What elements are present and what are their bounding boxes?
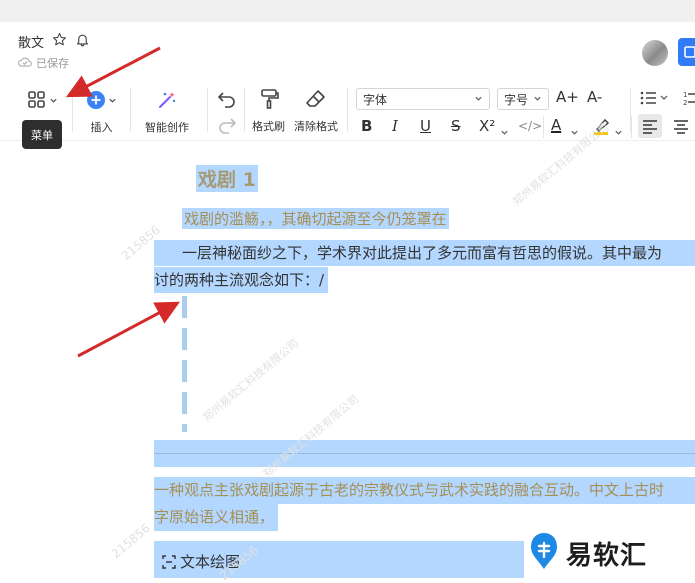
annotation-arrows xyxy=(66,46,180,358)
logo-mark-icon xyxy=(528,531,560,575)
arrow-to-menu xyxy=(66,46,161,98)
logo-text: 易软汇 xyxy=(566,540,648,571)
site-logo: 易软汇 xyxy=(528,530,688,576)
arrow-to-content xyxy=(77,301,180,358)
